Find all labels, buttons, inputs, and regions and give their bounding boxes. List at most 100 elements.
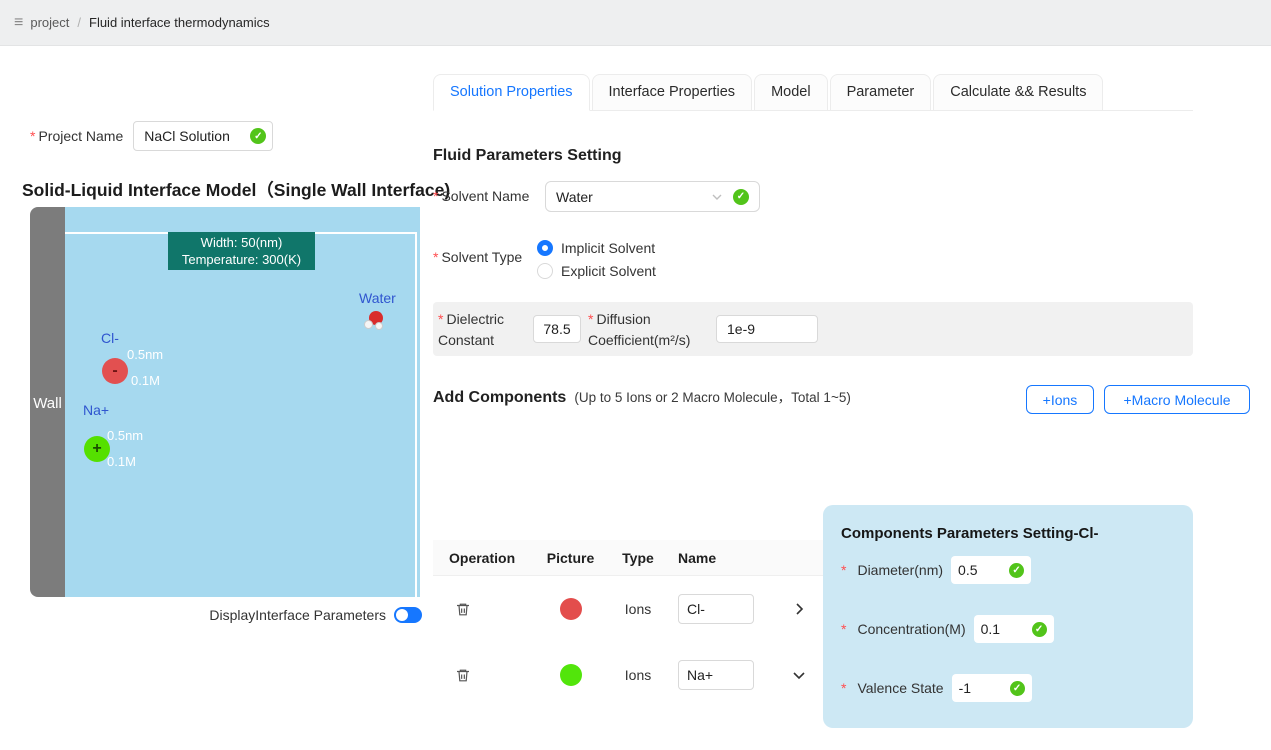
required-marker: * xyxy=(588,311,593,327)
cl-ion-label: Cl- xyxy=(101,330,119,346)
add-ions-button[interactable]: +Ions xyxy=(1026,385,1094,414)
header-picture: Picture xyxy=(533,550,608,566)
chevron-down-icon xyxy=(711,191,723,203)
required-marker: * xyxy=(433,188,438,204)
water-label: Water xyxy=(359,290,396,306)
solvent-name-value: Water xyxy=(556,189,711,205)
tab-bar: Solution Properties Interface Properties… xyxy=(433,74,1103,111)
table-row-cl: Ions xyxy=(433,576,823,642)
valid-check-icon: ✓ xyxy=(1009,563,1024,578)
na-diameter-text: 0.5nm xyxy=(107,428,143,443)
tab-calculate-results[interactable]: Calculate && Results xyxy=(933,74,1103,111)
tab-interface-properties[interactable]: Interface Properties xyxy=(592,74,753,111)
valence-field-row: * Valence State -1 ✓ xyxy=(841,674,1193,702)
model-section-title: Solid-Liquid Interface Model（Single Wall… xyxy=(22,177,450,202)
solvent-name-select[interactable]: Water ✓ xyxy=(545,181,760,212)
components-parameters-title: Components Parameters Setting-Cl- xyxy=(841,525,1193,542)
interface-model-diagram: Wall Width: 50(nm) Temperature: 300(K) W… xyxy=(30,207,420,597)
cl-ion-icon: - xyxy=(102,358,128,384)
menu-list-icon[interactable]: ≡ xyxy=(14,14,23,32)
breadcrumb-separator: / xyxy=(77,15,81,30)
wall-label: Wall xyxy=(30,395,65,412)
display-interface-parameters-row: DisplayInterface Parameters xyxy=(170,607,422,623)
tab-solution-properties[interactable]: Solution Properties xyxy=(433,74,590,111)
radio-unselected-icon[interactable] xyxy=(537,263,553,279)
trash-icon xyxy=(455,667,471,684)
valid-check-icon: ✓ xyxy=(1032,622,1047,637)
diameter-value: 0.5 xyxy=(958,562,1009,578)
required-marker: * xyxy=(438,311,443,327)
add-macro-molecule-button[interactable]: +Macro Molecule xyxy=(1104,385,1250,414)
breadcrumb-item-project[interactable]: project xyxy=(30,15,69,30)
na-name-input[interactable] xyxy=(678,660,754,690)
solvent-constants-panel: *Dielectric Constant *Diffusion Coeffici… xyxy=(433,302,1193,356)
concentration-field-row: * Concentration(M) 0.1 ✓ xyxy=(841,615,1193,643)
header-operation: Operation xyxy=(433,550,533,566)
required-marker: * xyxy=(841,621,846,637)
concentration-value: 0.1 xyxy=(981,621,1032,637)
diffusion-coefficient-input[interactable] xyxy=(716,315,818,343)
concentration-label: Concentration(M) xyxy=(857,621,965,637)
add-components-title: Add Components xyxy=(433,389,566,407)
project-name-label: Project Name xyxy=(38,128,123,144)
tab-parameter[interactable]: Parameter xyxy=(830,74,932,111)
valence-value: -1 xyxy=(959,680,1010,696)
radio-selected-icon[interactable] xyxy=(537,240,553,256)
project-name-input-wrap: ✓ xyxy=(133,121,273,151)
solvent-type-label: Solvent Type xyxy=(441,249,522,265)
delete-row-button[interactable] xyxy=(453,599,473,620)
water-molecule-icon xyxy=(364,311,386,331)
na-picture-icon xyxy=(560,664,582,686)
components-table: Operation Picture Type Name Ions xyxy=(433,540,823,708)
components-parameters-panel: Components Parameters Setting-Cl- *Diame… xyxy=(823,505,1193,728)
tab-model[interactable]: Model xyxy=(754,74,828,111)
chevron-right-icon xyxy=(792,602,806,616)
valence-label: Valence State xyxy=(857,680,943,696)
display-interface-parameters-toggle[interactable] xyxy=(394,607,422,623)
solvent-type-label-row: *Solvent Type xyxy=(433,249,522,265)
valid-check-icon: ✓ xyxy=(733,189,749,205)
table-row-na: Ions xyxy=(433,642,823,708)
row-type: Ions xyxy=(608,667,668,683)
radio-implicit-solvent[interactable]: Implicit Solvent xyxy=(537,240,655,256)
width-info: Width: 50(nm) xyxy=(168,234,315,251)
cl-picture-icon xyxy=(560,598,582,620)
simulation-box-border xyxy=(65,232,417,597)
radio-explicit-solvent[interactable]: Explicit Solvent xyxy=(537,263,656,279)
required-marker: * xyxy=(30,128,35,144)
breadcrumb: ≡ project / Fluid interface thermodynami… xyxy=(0,0,1271,46)
toggle-knob xyxy=(396,609,408,621)
na-ion-label: Na+ xyxy=(83,402,109,418)
interface-info-box: Width: 50(nm) Temperature: 300(K) xyxy=(168,232,315,270)
delete-row-button[interactable] xyxy=(453,665,473,686)
components-table-header: Operation Picture Type Name xyxy=(433,540,823,576)
add-components-header: Add Components (Up to 5 Ions or 2 Macro … xyxy=(433,386,851,407)
project-name-field: * Project Name ✓ xyxy=(30,120,273,152)
display-interface-parameters-label: DisplayInterface Parameters xyxy=(209,607,386,623)
dielectric-constant-input[interactable] xyxy=(533,315,581,343)
solvent-name-label-row: *Solvent Name xyxy=(433,188,529,204)
required-marker: * xyxy=(433,249,438,265)
trash-icon xyxy=(455,601,471,618)
expand-row-button[interactable] xyxy=(788,598,810,620)
na-concentration-text: 0.1M xyxy=(107,454,136,469)
row-type: Ions xyxy=(608,601,668,617)
radio-explicit-solvent-label: Explicit Solvent xyxy=(561,263,656,279)
required-marker: * xyxy=(841,562,846,578)
temperature-info: Temperature: 300(K) xyxy=(168,251,315,268)
header-name: Name xyxy=(668,550,775,566)
cl-diameter-text: 0.5nm xyxy=(127,347,163,362)
valid-check-icon: ✓ xyxy=(1010,681,1025,696)
radio-implicit-solvent-label: Implicit Solvent xyxy=(561,240,655,256)
fluid-parameters-title: Fluid Parameters Setting xyxy=(433,147,622,165)
valence-input[interactable]: -1 ✓ xyxy=(952,674,1032,702)
diffusion-coefficient-label: *Diffusion Coefficient(m²/s) xyxy=(588,309,690,351)
cl-name-input[interactable] xyxy=(678,594,754,624)
solvent-name-label: Solvent Name xyxy=(441,188,529,204)
collapse-row-button[interactable] xyxy=(788,664,810,686)
concentration-input[interactable]: 0.1 ✓ xyxy=(974,615,1054,643)
required-marker: * xyxy=(841,680,846,696)
diameter-input[interactable]: 0.5 ✓ xyxy=(951,556,1031,584)
header-type: Type xyxy=(608,550,668,566)
dielectric-constant-label: *Dielectric Constant xyxy=(438,309,504,351)
